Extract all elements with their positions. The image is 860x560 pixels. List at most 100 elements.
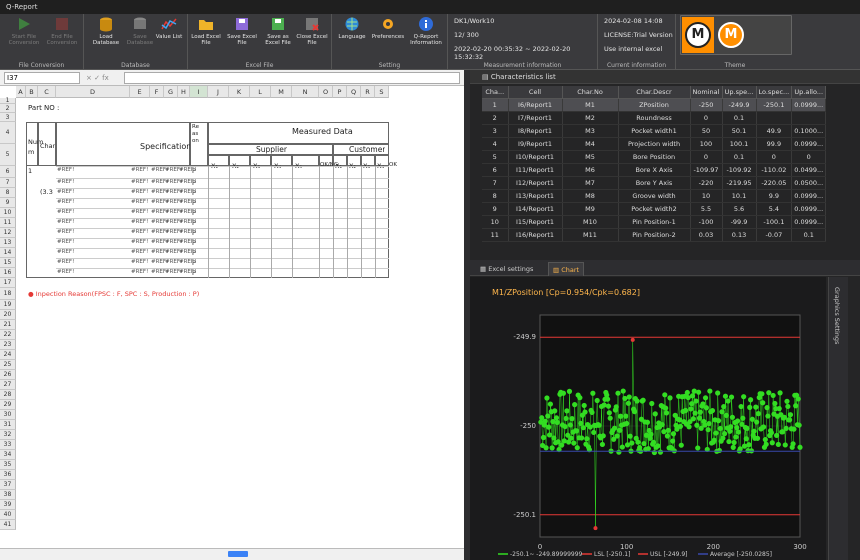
table-row[interactable]: 2 I7/Report1 M2 Roundness 0 0.1 [482,111,827,125]
row-header[interactable]: 20 [0,310,16,320]
theme-orange-icon[interactable]: M [718,22,744,48]
row-header[interactable]: 21 [0,320,16,330]
column-header[interactable]: K [229,86,250,98]
row-header[interactable]: 11 [0,218,16,228]
row-header[interactable]: 34 [0,450,16,460]
name-box[interactable]: I37 [4,72,80,84]
row-header[interactable]: 3 [0,113,16,122]
row-header[interactable]: 24 [0,350,16,360]
column-header[interactable]: I [190,86,208,98]
row-header[interactable]: 25 [0,360,16,370]
column-header[interactable]: A [16,86,26,98]
column-header[interactable]: C [38,86,56,98]
save-excel-file-button[interactable]: Save Excel File [224,16,260,58]
table-row[interactable]: 5 I10/Report1 M5 Bore Position 0 0.1 0 0 [482,150,827,164]
column-header[interactable]: M [271,86,292,98]
tab-chart[interactable]: ▥ Chart [548,262,585,276]
table-row[interactable]: 7 I12/Report1 M7 Bore Y Axis -220 -219.95 -220… [482,176,827,190]
column-header[interactable]: Char.No [562,86,619,99]
row-header[interactable]: 7 [0,178,16,188]
row-header[interactable]: 9 [0,198,16,208]
column-header[interactable]: Q [347,86,361,98]
sheet-tab[interactable] [228,551,248,557]
row-header[interactable]: 14 [0,248,16,258]
row-header[interactable]: 13 [0,238,16,248]
table-row[interactable]: 6 I11/Report1 M6 Bore X Axis -109.97 -109.92-… [482,163,827,177]
row-header[interactable]: 30 [0,410,16,420]
column-header[interactable]: Nominal [690,86,723,99]
row-header[interactable]: 18 [0,288,16,300]
column-header[interactable]: Cha... [482,86,509,99]
row-header[interactable]: 31 [0,420,16,430]
table-row[interactable]: 8 I13/Report1 M8 Groove width 10 10.1 9.9 0.099… [482,189,827,203]
row-header[interactable]: 40 [0,510,16,520]
start-file-conversion-button[interactable]: Start File Conversion [6,16,42,58]
column-header[interactable]: H [178,86,190,98]
row-header[interactable]: 36 [0,470,16,480]
column-header[interactable]: O [319,86,333,98]
row-header[interactable]: 28 [0,390,16,400]
q-report-information-button[interactable]: Q-Report Information [408,16,444,58]
column-header[interactable]: E [130,86,150,98]
row-header[interactable]: 27 [0,380,16,390]
row-header[interactable]: 41 [0,520,16,530]
row-header[interactable]: 19 [0,300,16,310]
column-header[interactable]: D [56,86,130,98]
formula-buttons[interactable]: × ✓ fx [86,72,122,84]
table-row[interactable]: 10 I15/Report1 M10 Pin Position-1 -100 -99.9-… [482,215,827,229]
column-header[interactable]: N [292,86,319,98]
column-header[interactable]: Lo.spec... [756,86,793,99]
column-header[interactable]: S [375,86,389,98]
row-header[interactable]: 15 [0,258,16,268]
table-row[interactable]: 4 I9/Report1 M4 Projection width 100 100.1 99.… [482,137,827,151]
column-header[interactable]: Cell [508,86,563,99]
end-file-conversion-button[interactable]: End File Conversion [44,16,80,58]
graphics-settings-panel[interactable]: Graphics Settings [828,277,848,560]
table-row[interactable]: 9 I14/Report1 M9 Pocket width2 5.5 5.6 5.4 0.09… [482,202,827,216]
save-as-excel-file-button[interactable]: Save as Excel File [260,16,296,58]
row-header[interactable]: 5 [0,144,16,166]
column-header[interactable]: P [333,86,347,98]
column-header[interactable]: Up.allo... [791,86,827,99]
row-header[interactable]: 6 [0,166,16,178]
row-header[interactable]: 8 [0,188,16,198]
row-header[interactable]: 32 [0,430,16,440]
row-header[interactable]: 39 [0,500,16,510]
preferences-button[interactable]: Preferences [370,16,406,58]
row-header[interactable]: 26 [0,370,16,380]
row-header[interactable]: 38 [0,490,16,500]
close-excel-file-button[interactable]: Close Excel File [294,16,330,58]
column-header[interactable]: F [150,86,164,98]
table-row[interactable]: 3 I8/Report1 M3 Pocket width1 50 50.1 49.9 0.10… [482,124,827,138]
column-header[interactable]: G [164,86,178,98]
column-header[interactable]: Up.spe... [722,86,757,99]
row-header[interactable]: 29 [0,400,16,410]
table-row[interactable]: 1 I6/Report1 M1 ZPosition -250 -249.9 -250.1 0.… [482,98,827,112]
formula-input[interactable] [124,72,460,84]
row-header[interactable]: 2 [0,104,16,113]
column-header[interactable]: L [250,86,271,98]
row-header[interactable]: 23 [0,340,16,350]
table-row[interactable]: 11 I16/Report1 M11 Pin Position-2 0.03 0.13 -0… [482,228,827,242]
row-header[interactable]: 12 [0,228,16,238]
row-header[interactable]: 35 [0,460,16,470]
column-header[interactable]: B [26,86,38,98]
row-header[interactable]: 37 [0,480,16,490]
tab-excel-settings[interactable]: ▦ Excel settings [476,262,537,276]
row-header[interactable]: 22 [0,330,16,340]
value-list-button[interactable]: Value List [154,16,184,58]
language-button[interactable]: Language [334,16,370,58]
row-header[interactable]: 33 [0,440,16,450]
column-header[interactable]: J [208,86,229,98]
column-header[interactable]: Char.Descr [618,86,691,99]
load-excel-file-button[interactable]: Load Excel File [188,16,224,58]
row-header[interactable]: 17 [0,278,16,288]
row-header[interactable]: 4 [0,122,16,144]
load-database-button[interactable]: Load Database [88,16,124,58]
spreadsheet-grid[interactable]: A B C D E F G H I J K L M N O P Q R S 1 2 3 4 5 6 7 8 9 10 11 12 13 14 15… [0,86,464,560]
column-header[interactable]: R [361,86,375,98]
row-header[interactable]: 16 [0,268,16,278]
row-header[interactable]: 10 [0,208,16,218]
characteristics-table[interactable]: Cha... Cell Char.No Char.Descr Nominal Up.spe… [482,86,827,242]
save-database-button[interactable]: Save Database [122,16,158,58]
